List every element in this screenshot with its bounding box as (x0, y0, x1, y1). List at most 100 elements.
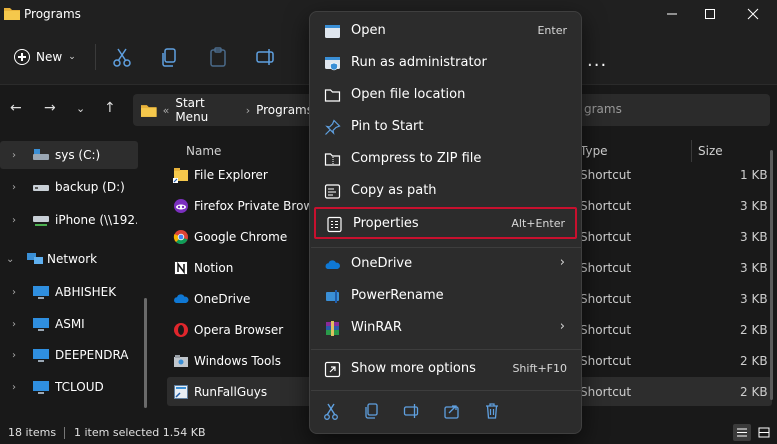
cut-icon[interactable] (111, 46, 133, 68)
onedrive-icon (325, 260, 340, 269)
menu-item-label: Open file location (351, 87, 466, 102)
powerrename-icon (326, 290, 339, 303)
chevron-right-icon[interactable]: › (12, 150, 16, 161)
notion-icon (174, 261, 188, 275)
menu-shortcut: Alt+Enter (511, 217, 565, 230)
paste-icon[interactable] (207, 46, 229, 68)
chevron-right-icon[interactable]: › (12, 182, 16, 193)
menu-divider (311, 247, 582, 248)
menu-item-copy-as-path[interactable]: Copy as path (314, 176, 577, 206)
menu-item-label: WinRAR (351, 320, 402, 335)
menu-item-onedrive[interactable]: OneDrive › (314, 249, 577, 279)
menu-item-winrar[interactable]: WinRAR › (314, 313, 577, 343)
column-header-type[interactable]: Type (580, 144, 608, 158)
tiles-view-icon[interactable] (755, 424, 773, 441)
menu-item-open[interactable]: Open Enter (314, 16, 577, 46)
minimize-icon[interactable] (660, 4, 684, 24)
address-bar[interactable]: « Start Menu › Programs (133, 94, 313, 126)
status-divider (64, 427, 65, 439)
forward-icon[interactable]: → (44, 100, 56, 116)
file-size: 2 KB (740, 385, 768, 399)
chevron-down-icon: ⌄ (68, 52, 76, 62)
close-icon[interactable] (741, 4, 765, 24)
menu-item-show-more-options[interactable]: Show more options Shift+F10 (314, 354, 577, 384)
search-text: grams (584, 102, 622, 116)
folder-icon (141, 104, 157, 117)
opera-icon (174, 323, 188, 337)
item-count: 18 items (8, 426, 57, 439)
column-divider[interactable] (691, 140, 692, 162)
search-input[interactable]: grams (570, 94, 770, 126)
menu-item-pin-to-start[interactable]: Pin to Start (314, 112, 577, 142)
more-options-icon[interactable]: ... (587, 50, 607, 71)
chevron-down-icon[interactable]: ⌄ (6, 254, 14, 265)
chevron-right-icon[interactable]: › (12, 287, 16, 298)
firefox-private-icon (174, 199, 188, 213)
menu-item-label: OneDrive (351, 256, 413, 271)
recent-dropdown-icon[interactable]: ⌄ (76, 102, 85, 115)
sidebar-item-label: DEEPENDRA (55, 348, 129, 362)
breadcrumb-start-menu[interactable]: Start Menu (175, 96, 239, 124)
maximize-icon[interactable] (698, 4, 722, 24)
column-header-name[interactable]: Name (186, 144, 221, 158)
up-icon[interactable]: ↑ (104, 100, 116, 116)
share-icon[interactable] (443, 402, 461, 420)
new-button[interactable]: New ⌄ (14, 46, 76, 68)
chevron-right-icon: › (559, 319, 565, 334)
rename-icon[interactable] (255, 46, 277, 68)
menu-item-label: Run as administrator (351, 55, 487, 70)
chevron-right-icon[interactable]: › (12, 319, 16, 330)
back-icon[interactable]: ← (10, 100, 22, 116)
plus-icon (14, 49, 30, 65)
menu-item-label: Copy as path (351, 183, 437, 198)
file-size: 2 KB (740, 354, 768, 368)
breadcrumb-chevron: › (245, 103, 251, 117)
file-name: OneDrive (194, 292, 251, 306)
menu-item-label: Properties (353, 216, 419, 231)
menu-item-open-file-location[interactable]: Open file location (314, 80, 577, 110)
copy-icon[interactable] (159, 46, 181, 68)
sidebar-item-asmi[interactable]: › ASMI (0, 310, 138, 338)
file-name: Opera Browser (194, 323, 284, 337)
sidebar-item-backup-d[interactable]: › backup (D:) (0, 173, 138, 201)
rename-icon[interactable] (403, 402, 421, 420)
sidebar-item-label: backup (D:) (55, 180, 125, 194)
sidebar-item-label: Network (47, 252, 98, 266)
sidebar-scrollbar[interactable] (144, 298, 147, 408)
app-shortcut-icon (174, 385, 188, 399)
folder-icon (324, 89, 341, 102)
copy-icon[interactable] (363, 402, 381, 420)
menu-shortcut: Enter (537, 24, 567, 37)
breadcrumb-overflow[interactable]: « (163, 104, 170, 117)
drive-icon (33, 149, 49, 160)
file-size: 3 KB (740, 261, 768, 275)
sidebar-item-abhishek[interactable]: › ABHISHEK (0, 278, 138, 306)
sidebar-item-label: iPhone (\\192.1 (55, 213, 137, 227)
sidebar-item-network[interactable]: ⌄ Network (0, 245, 138, 273)
file-list-scrollbar[interactable] (770, 150, 773, 400)
menu-item-run-as-administrator[interactable]: Run as administrator (314, 48, 577, 78)
chevron-right-icon[interactable]: › (12, 350, 16, 361)
file-size: 3 KB (740, 292, 768, 306)
sidebar-item-deependra[interactable]: › DEEPENDRA (0, 341, 138, 369)
menu-item-powerrename[interactable]: PowerRename (314, 281, 577, 311)
sidebar-item-tcloud[interactable]: › TCLOUD (0, 373, 138, 401)
menu-item-label: PowerRename (351, 288, 444, 303)
details-view-icon[interactable] (733, 424, 751, 441)
column-header-size[interactable]: Size (698, 144, 723, 158)
network-drive-icon (33, 216, 49, 226)
menu-item-compress-to-zip[interactable]: Compress to ZIP file (314, 144, 577, 174)
file-type: Shortcut (580, 168, 632, 182)
file-type: Shortcut (580, 292, 632, 306)
window-title: Programs (24, 7, 81, 21)
sidebar-item-iphone[interactable]: › iPhone (\\192.1 (0, 206, 138, 234)
delete-icon[interactable] (483, 402, 501, 420)
file-name: File Explorer (194, 168, 268, 182)
chevron-right-icon[interactable]: › (12, 215, 16, 226)
breadcrumb-programs[interactable]: Programs (256, 103, 313, 117)
sidebar-item-sys-c[interactable]: › sys (C:) (0, 141, 138, 169)
cut-icon[interactable] (322, 402, 340, 420)
chevron-right-icon[interactable]: › (12, 382, 16, 393)
menu-item-properties[interactable]: Properties Alt+Enter (314, 207, 577, 239)
open-icon (325, 25, 340, 38)
